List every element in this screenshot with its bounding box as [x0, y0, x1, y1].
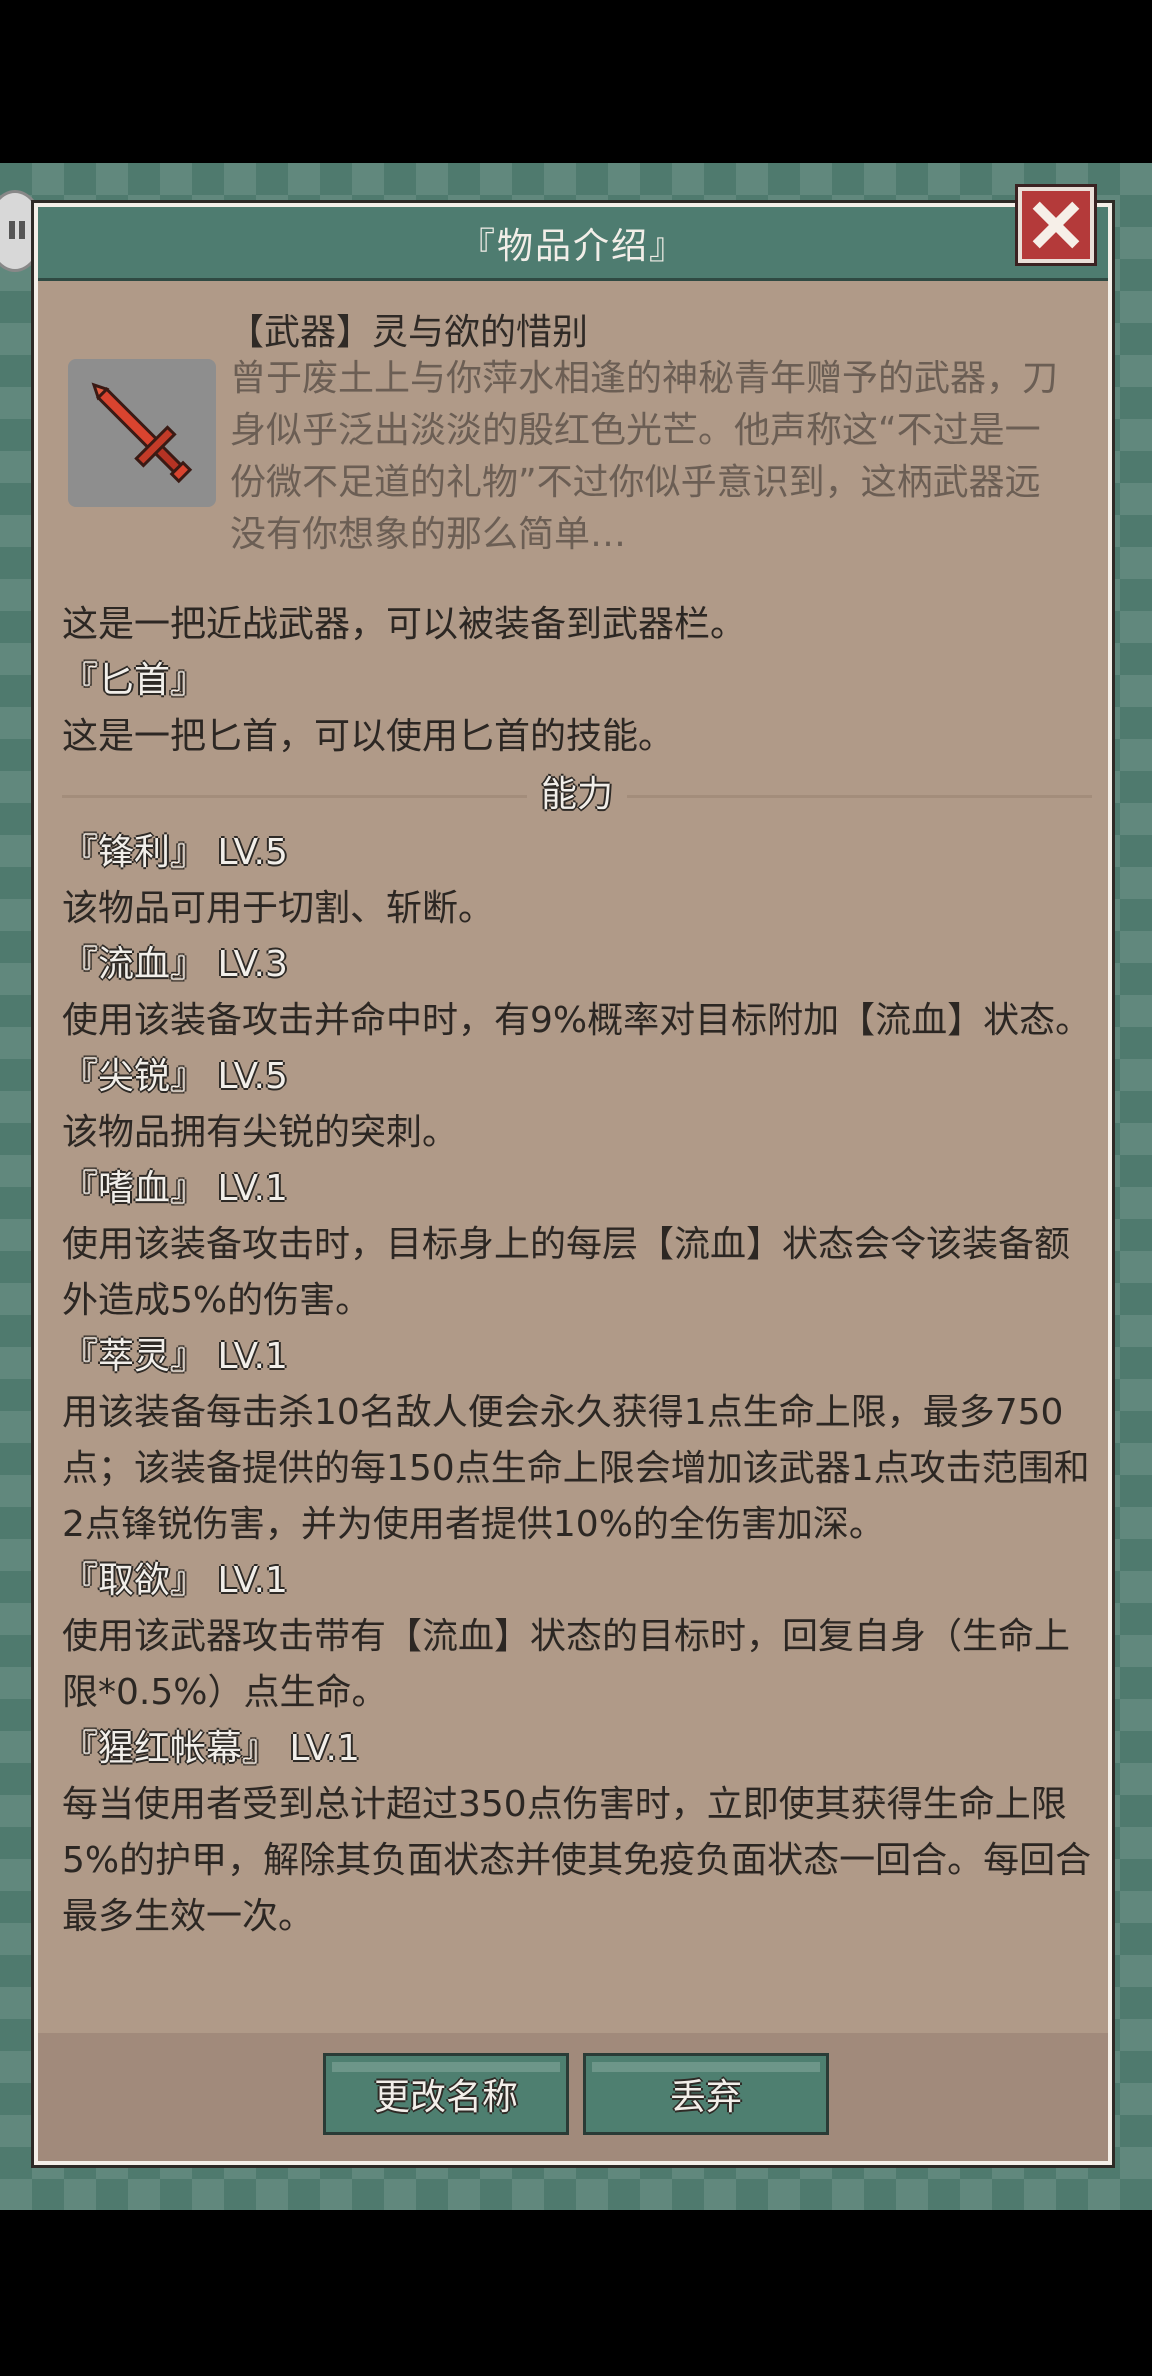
- item-description: 曾于废土上与你萍水相逢的神秘青年赠予的武器，刀身似乎泛出淡淡的殷红色光芒。他声称…: [230, 358, 1059, 555]
- close-button[interactable]: [1015, 184, 1097, 266]
- discard-button[interactable]: 丢弃: [583, 2053, 829, 2135]
- ability-desc: 使用该武器攻击带有【流血】状态的目标时，回复自身（生命上限*0.5%）点生命。: [62, 1616, 1071, 1713]
- ability-name: 『锋利』 LV.5: [62, 832, 288, 873]
- ability-desc: 每当使用者受到总计超过350点伤害时，立即使其获得生命上限5%的护甲，解除其负面…: [62, 1784, 1092, 1937]
- ability-name: 『萃灵』 LV.1: [62, 1336, 288, 1377]
- ability-desc: 该物品可用于切割、斩断。: [62, 888, 495, 929]
- ability-section-title: 能力: [526, 767, 627, 823]
- item-detail-dialog: 『物品介绍』 【武器】灵与欲的惜别 曾于废土上与你萍水相逢的神秘青年赠予的武器，…: [31, 200, 1115, 2168]
- item-icon-frame: [68, 359, 216, 507]
- sword-icon: [91, 382, 193, 484]
- subtype-tag: 『匕首』: [62, 660, 207, 701]
- rename-button[interactable]: 更改名称: [323, 2053, 569, 2135]
- ability-name: 『取欲』 LV.1: [62, 1560, 288, 1601]
- ability-name: 『流血』 LV.3: [62, 944, 288, 985]
- item-name: 【武器】灵与欲的惜别: [228, 312, 589, 353]
- ability-desc: 使用该装备攻击并命中时，有9%概率对目标附加【流血】状态。: [62, 1000, 1092, 1041]
- subtype-desc: 这是一把匕首，可以使用匕首的技能。: [62, 716, 675, 757]
- dialog-footer: 更改名称 丢弃: [38, 2033, 1108, 2161]
- ability-name: 『尖锐』 LV.5: [62, 1056, 288, 1097]
- ability-name: 『猩红帐幕』 LV.1: [62, 1728, 360, 1769]
- item-properties: 这是一把近战武器，可以被装备到武器栏。 『匕首』 这是一把匕首，可以使用匕首的技…: [62, 597, 1092, 1945]
- ability-section-divider: 能力: [62, 765, 1092, 825]
- type-line: 这是一把近战武器，可以被装备到武器栏。: [62, 604, 747, 645]
- ability-desc: 用该装备每击杀10名敌人便会永久获得1点生命上限，最多750点；该装备提供的每1…: [62, 1392, 1090, 1545]
- ability-desc: 使用该装备攻击时，目标身上的每层【流血】状态会令该装备额外造成5%的伤害。: [62, 1224, 1071, 1321]
- ability-name: 『嗜血』 LV.1: [62, 1168, 288, 1209]
- ability-desc: 该物品拥有尖锐的突刺。: [62, 1112, 459, 1153]
- dialog-title: 『物品介绍』: [38, 207, 1108, 281]
